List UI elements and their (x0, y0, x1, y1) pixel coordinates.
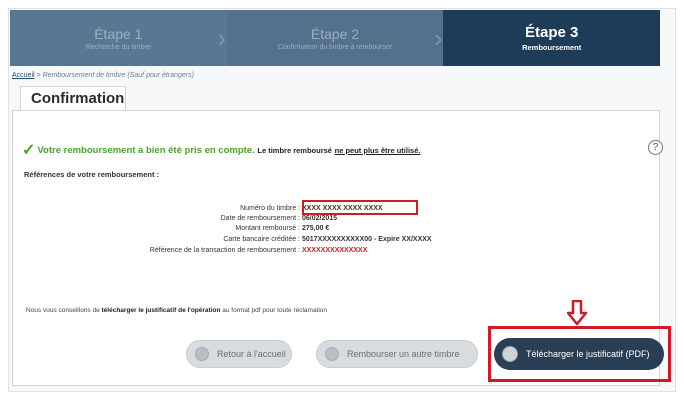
download-pdf-button[interactable]: Télécharger le justificatif (PDF) (494, 338, 664, 370)
advice-post: au format pdf pour toute réclamation (220, 307, 328, 314)
check-icon: ✓ (22, 142, 36, 159)
chevron-right-icon: › (217, 23, 226, 53)
circle-icon (195, 347, 209, 361)
step-1-title: Étape 1 (94, 25, 143, 42)
success-note: Le timbre remboursé (257, 146, 332, 155)
step-1-subtitle: Recherche du timbre (85, 43, 151, 51)
chevron-right-icon: › (434, 23, 443, 53)
breadcrumb-home-link[interactable]: Accueil (12, 72, 35, 79)
breadcrumb-separator: > (34, 72, 43, 79)
reference-value: 275,00 € (302, 225, 330, 232)
references-title: Références de votre remboursement : (24, 170, 160, 179)
circle-icon (502, 346, 518, 362)
step-2-title: Étape 2 (310, 25, 360, 42)
reference-value: 5017XXXXXXXXXX00 - Expire XX/XXXX (302, 236, 432, 243)
breadcrumb-note: (Sauf pour étrangers) (127, 72, 194, 79)
arrow-down-icon (567, 300, 587, 326)
reference-row: Référence de la transaction de rembourse… (100, 247, 368, 254)
reference-value: 06/02/2015 (302, 215, 338, 222)
refund-another-button[interactable]: Rembourser un autre timbre (316, 340, 478, 368)
advice-pre: Nous vous conseillons de (26, 307, 102, 314)
reference-value: XXXXXXXXXXXXXX (302, 247, 368, 254)
reference-label: Montant remboursé : (235, 225, 300, 232)
reference-row: Carte bancaire créditée : 5017XXXXXXXXXX… (100, 236, 432, 243)
reference-label: Référence de la transaction de rembourse… (149, 247, 300, 254)
step-2-subtitle: Confirmation du timbre à rembourser (277, 43, 393, 51)
stamp-number-highlight (302, 200, 418, 215)
reference-row: Montant remboursé : 275,00 € (100, 225, 329, 232)
back-home-button[interactable]: Retour à l'accueil (186, 340, 292, 368)
step-3-subtitle: Remboursement (522, 43, 582, 52)
step-1: Étape 1 Recherche du timbre › (10, 10, 227, 66)
success-headline: Votre remboursement a bien été pris en c… (37, 145, 255, 156)
breadcrumb-current: Remboursement de timbre (42, 72, 126, 79)
reference-row: Date de remboursement : 06/02/2015 (100, 215, 337, 222)
advice-text: Nous vous conseillons de télécharger le … (26, 307, 327, 314)
refund-another-label: Rembourser un autre timbre (347, 349, 460, 359)
success-message: ✓ Votre remboursement a bien été pris en … (22, 140, 420, 160)
question-mark-icon[interactable]: ? (648, 140, 663, 155)
reference-label: Carte bancaire créditée : (223, 236, 300, 243)
back-home-label: Retour à l'accueil (217, 349, 286, 359)
reference-label: Date de remboursement : (220, 215, 300, 222)
circle-icon (325, 347, 339, 361)
step-3-title: Étape 3 (525, 24, 579, 41)
success-warning: ne peut plus être utilisé. (334, 146, 421, 155)
reference-label: Numéro du timbre : (240, 205, 300, 212)
download-pdf-label: Télécharger le justificatif (PDF) (526, 349, 650, 359)
advice-bold: télécharger le justificatif de l'opérati… (101, 307, 221, 314)
step-2: Étape 2 Confirmation du timbre à rembour… (226, 10, 444, 66)
tab-confirmation[interactable]: Confirmation (20, 86, 126, 110)
breadcrumb: Accueil > Remboursement de timbre (Sauf … (12, 72, 194, 79)
progress-stepper: Étape 1 Recherche du timbre › Étape 2 Co… (10, 10, 661, 66)
step-3: Étape 3 Remboursement (443, 10, 661, 66)
